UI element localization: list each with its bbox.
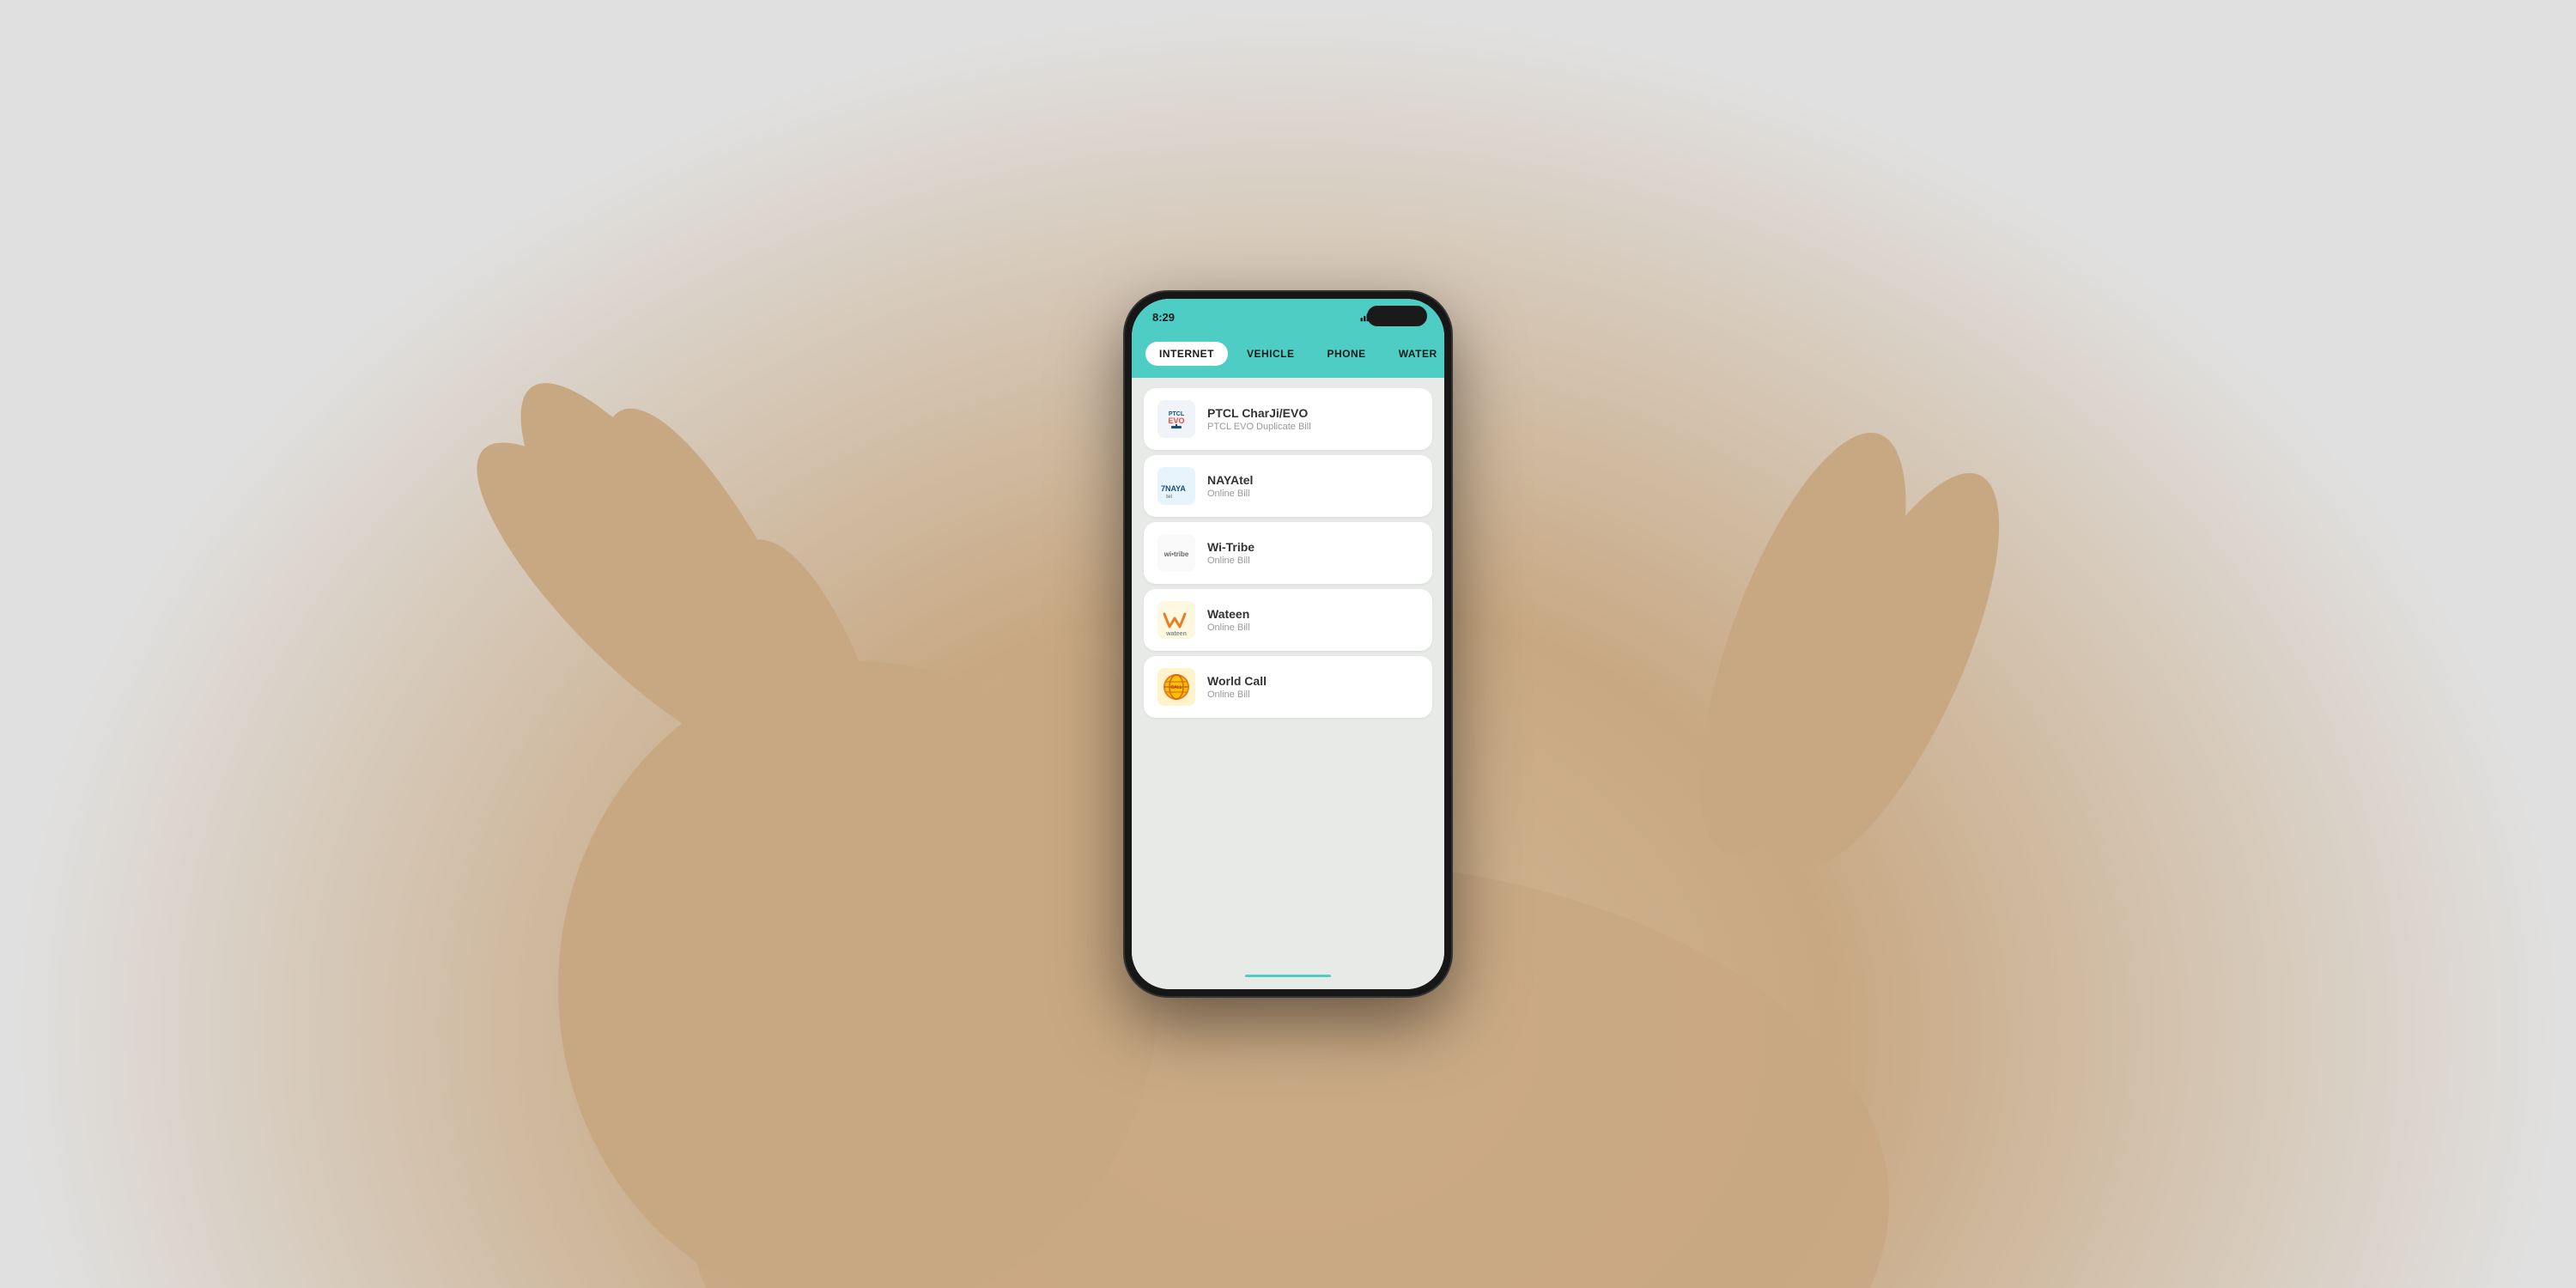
status-icons — [1360, 311, 1424, 323]
worldcall-logo: CALL — [1157, 668, 1195, 706]
tab-vehicle[interactable]: VEHICLE — [1233, 342, 1309, 366]
tab-internet[interactable]: INTERNET — [1145, 342, 1228, 366]
service-list: PTCL EVO PTCL CharJi/EVO PTCL EVO Duplic… — [1132, 378, 1444, 962]
svg-text:CALL: CALL — [1170, 685, 1182, 690]
status-time: 8:29 — [1152, 311, 1175, 324]
wateen-desc: Online Bill — [1207, 623, 1419, 633]
ptcl-name: PTCL CharJi/EVO — [1207, 406, 1419, 420]
nayatel-info: NAYAtel Online Bill — [1207, 473, 1419, 499]
nayatel-desc: Online Bill — [1207, 489, 1419, 499]
svg-text:EVO: EVO — [1168, 416, 1184, 425]
service-item-nayatel[interactable]: 7NAYA tel NAYAtel Online Bill — [1144, 455, 1432, 517]
nayatel-name: NAYAtel — [1207, 473, 1419, 487]
worldcall-desc: Online Bill — [1207, 690, 1419, 700]
witribe-name: Wi-Tribe — [1207, 540, 1419, 554]
bottom-indicator — [1245, 975, 1331, 977]
service-item-worldcall[interactable]: CALL World Call Online Bill — [1144, 656, 1432, 718]
service-item-ptcl[interactable]: PTCL EVO PTCL CharJi/EVO PTCL EVO Duplic… — [1144, 388, 1432, 450]
tab-water[interactable]: WATER — [1385, 342, 1444, 366]
wateen-name: Wateen — [1207, 607, 1419, 621]
service-item-wateen[interactable]: wateen Wateen Online Bill — [1144, 589, 1432, 651]
witribe-logo: wi•tribe — [1157, 534, 1195, 572]
svg-text:tel: tel — [1166, 495, 1172, 500]
svg-text:7NAYA: 7NAYA — [1161, 484, 1186, 493]
ptcl-logo: PTCL EVO — [1157, 400, 1195, 438]
witribe-info: Wi-Tribe Online Bill — [1207, 540, 1419, 566]
camera-pill — [1367, 306, 1427, 326]
svg-text:wateen: wateen — [1165, 631, 1187, 637]
phone-frame: 8:29 INTERNET — [1125, 292, 1451, 996]
ptcl-info: PTCL CharJi/EVO PTCL EVO Duplicate Bill — [1207, 406, 1419, 432]
service-item-witribe[interactable]: wi•tribe Wi-Tribe Online Bill — [1144, 522, 1432, 584]
wateen-logo: wateen — [1157, 601, 1195, 639]
worldcall-info: World Call Online Bill — [1207, 674, 1419, 700]
ptcl-desc: PTCL EVO Duplicate Bill — [1207, 422, 1419, 432]
status-bar: 8:29 — [1132, 299, 1444, 335]
tab-bar: INTERNET VEHICLE PHONE WATER — [1132, 335, 1444, 378]
nayatel-logo: 7NAYA tel — [1157, 467, 1195, 505]
phone-mockup: 8:29 INTERNET — [1125, 292, 1451, 996]
phone-screen: 8:29 INTERNET — [1132, 299, 1444, 989]
svg-text:wi•tribe: wi•tribe — [1163, 550, 1189, 558]
worldcall-name: World Call — [1207, 674, 1419, 688]
witribe-desc: Online Bill — [1207, 556, 1419, 566]
bottom-bar — [1132, 962, 1444, 989]
tab-phone[interactable]: PHONE — [1314, 342, 1380, 366]
wateen-info: Wateen Online Bill — [1207, 607, 1419, 633]
